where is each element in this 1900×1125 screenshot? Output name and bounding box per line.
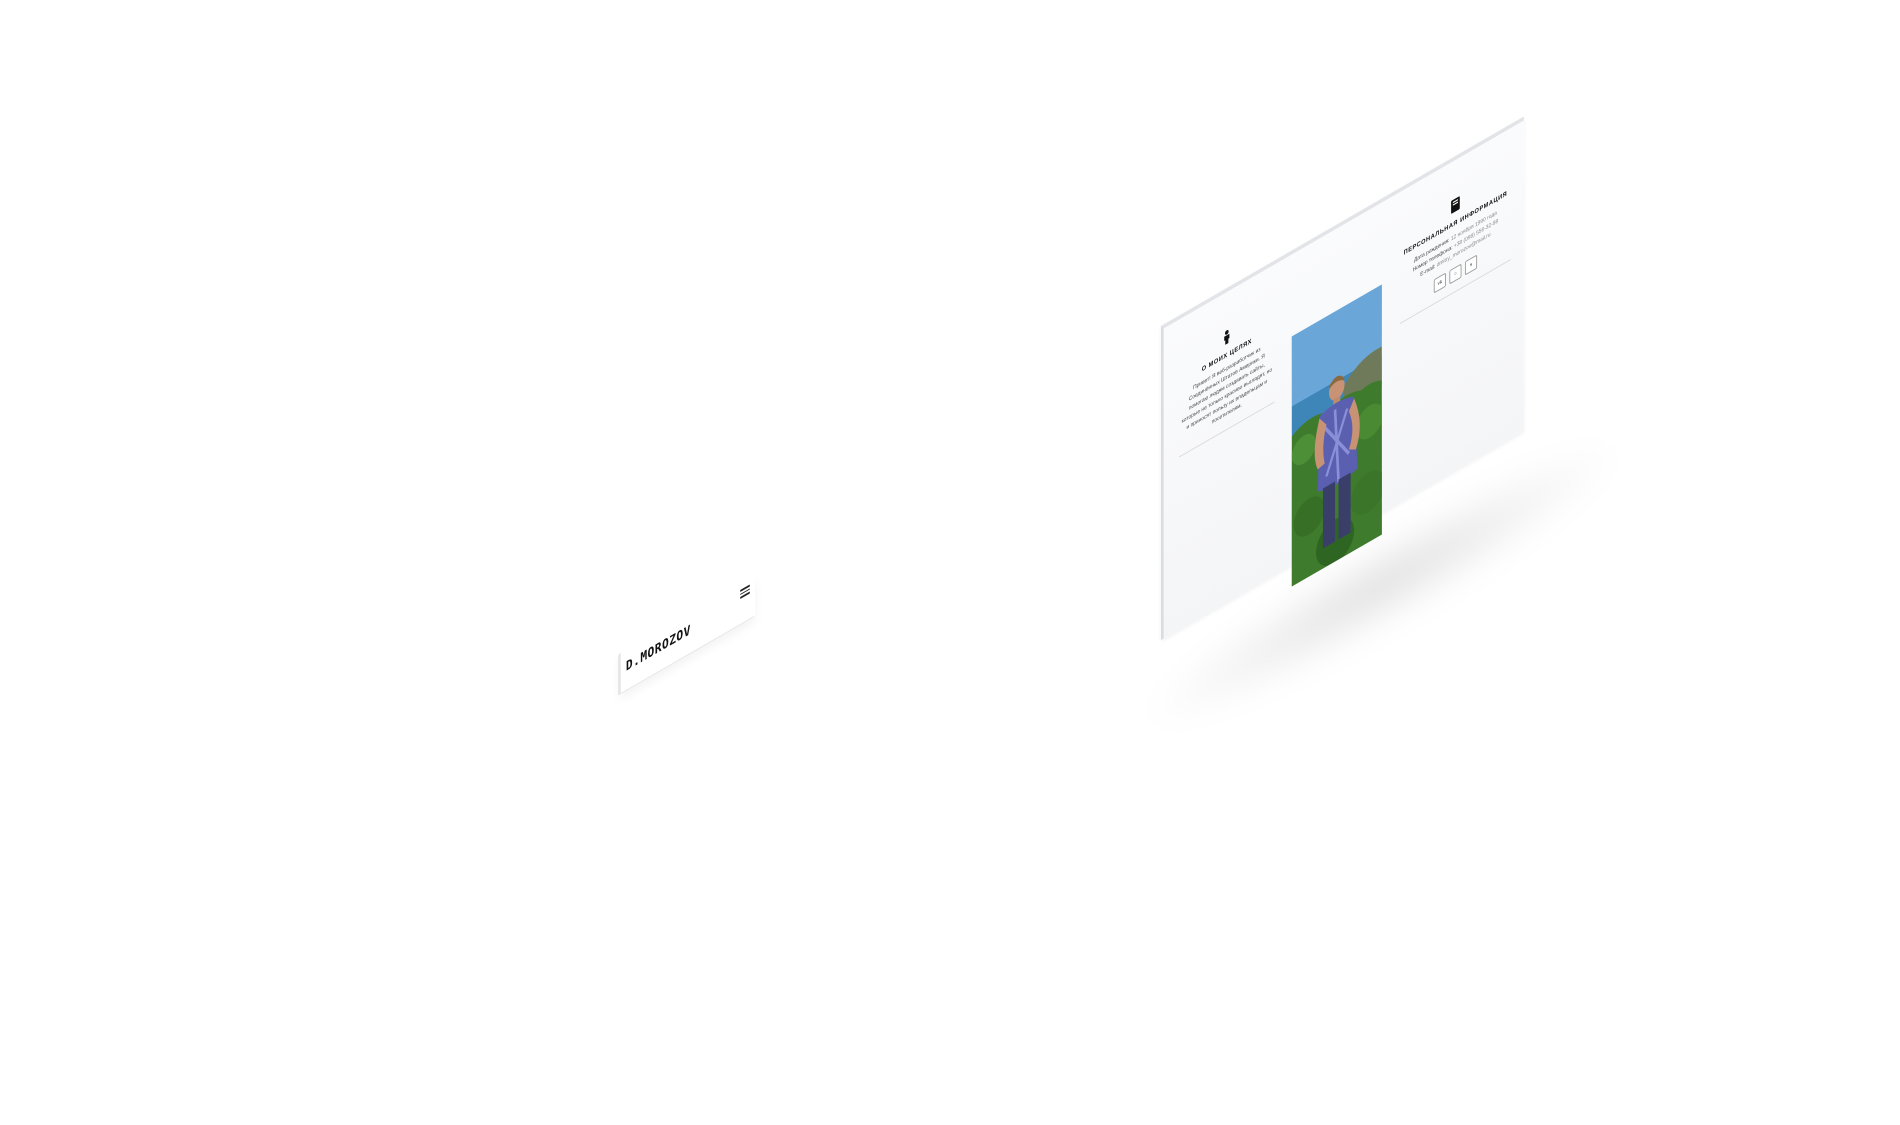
mockup-scene: D.MOROZOV О МОИХ ЦЕЛЯХ Привет! Я веб-раз… [0,0,1900,1125]
book-icon [1451,196,1460,214]
personal-info-column: ПЕРСОНАЛЬНАЯ ИНФОРМАЦИЯ Дата рождения: 1… [1400,166,1511,324]
hamburger-menu-icon[interactable] [740,583,750,600]
person-icon [1224,330,1230,345]
github-icon[interactable]: ○ [1449,263,1462,285]
photo-column [1291,284,1382,587]
mobile-header: D.MOROZOV [619,575,755,694]
photo-illustration [1291,284,1382,587]
profile-photo [1291,284,1382,587]
about-column: О МОИХ ЦЕЛЯХ Привет! Я веб-разработчик и… [1179,303,1275,458]
site-logo[interactable]: D.MOROZOV [626,623,691,675]
skype-icon[interactable]: s [1464,254,1478,276]
vk-icon[interactable]: vk [1433,272,1446,294]
